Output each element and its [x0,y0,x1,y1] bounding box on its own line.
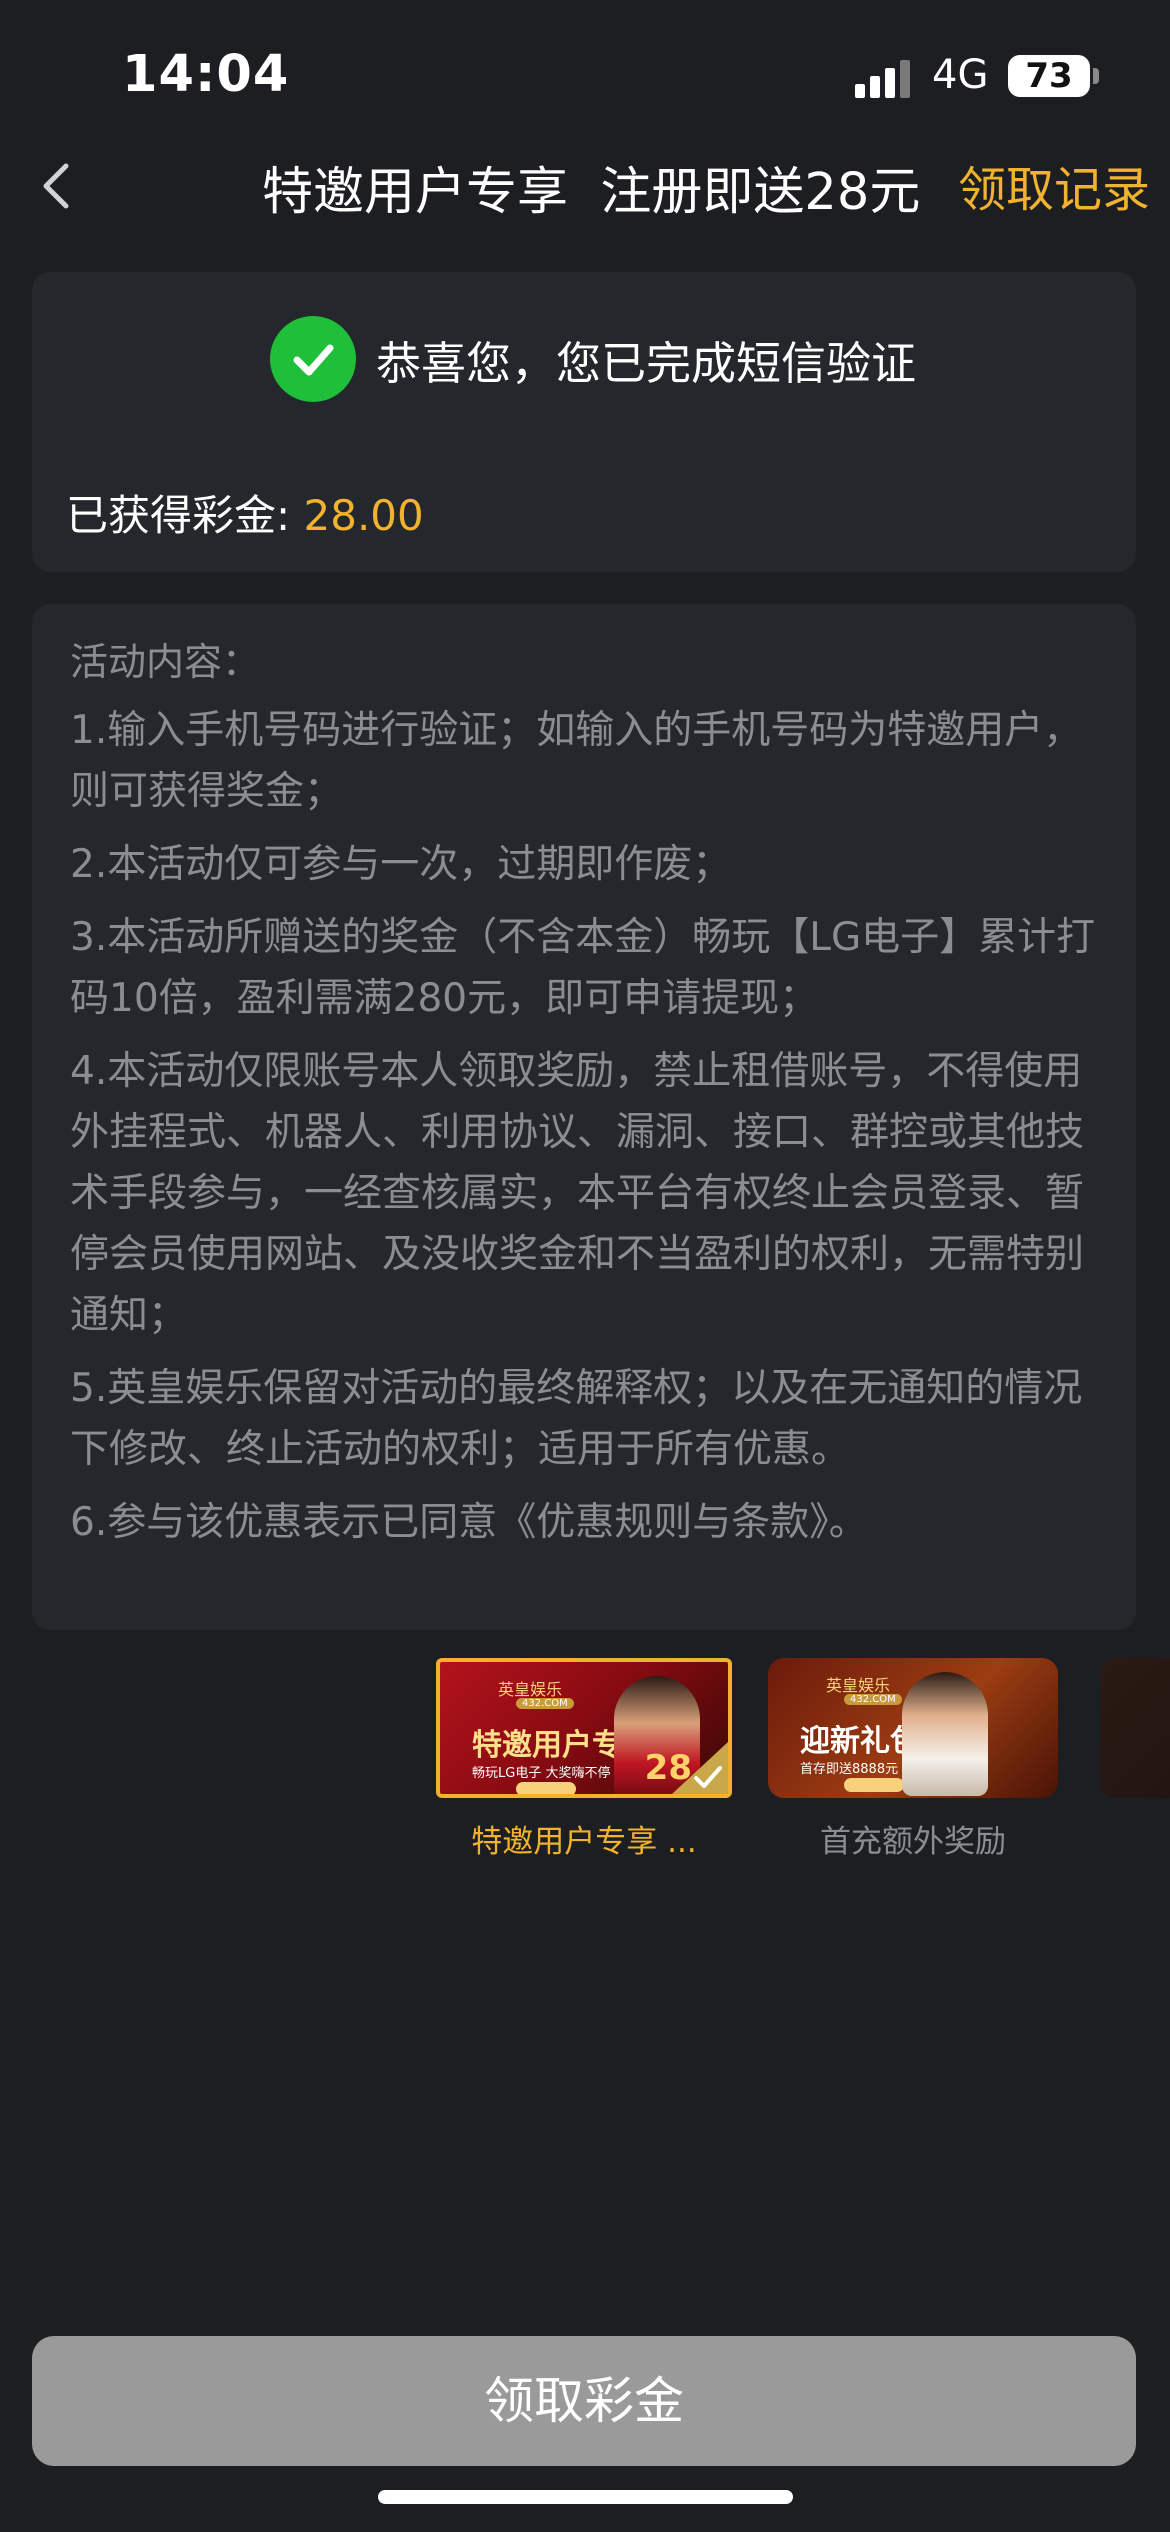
success-message: 恭喜您，您已完成短信验证 [376,336,917,390]
bonus-row: 已获得彩金: 28.00 [66,482,424,543]
verification-card: 恭喜您，您已完成短信验证 已获得彩金: 28.00 [32,272,1136,572]
rule-item: 1.输入手机号码进行验证；如输入的手机号码为特邀用户，则可获得奖金； [70,708,1083,814]
banner-button [844,1778,904,1792]
claim-bonus-button[interactable]: 领取彩金 [32,2336,1136,2466]
bonus-value: 28.00 [303,491,424,540]
rule-item: 3.本活动所赠送的奖金（不含本金）畅玩【LG电子】累计打码10倍，盈利需满280… [70,915,1096,1021]
promo-banner [1100,1658,1170,1798]
banner-site: 432.COM [844,1694,902,1705]
bonus-label: 已获得彩金: [66,491,304,540]
home-indicator [378,2490,793,2504]
page: 14:04 4G 73 特邀用户专享 注册即送28元 领取记录 恭喜您，您已完成… [0,0,1170,2532]
banner-brand: 英皇娱乐 [498,1680,563,1699]
promo-carousel[interactable]: 英皇娱乐 432.COM 特邀用户专享 畅玩LG电子 大奖嗨不停 28 特邀用户… [0,1658,1170,1868]
banner-subtitle: 畅玩LG电子 大奖嗨不停 [472,1766,611,1781]
back-icon[interactable] [28,150,88,220]
rule-item: 2.本活动仅可参与一次，过期即作废； [70,842,732,887]
check-circle-icon [270,316,356,402]
network-type: 4G [932,52,989,98]
promo-item-partial[interactable]: 二 [1100,1658,1170,1798]
promo-item-first-deposit[interactable]: 英皇娱乐 432.COM 迎新礼包一 首存即送8888元 首充额外奖励 [768,1658,1058,1860]
signal-icon [855,60,915,98]
status-time: 14:04 [122,45,290,104]
rule-item: 4.本活动仅限账号本人领取奖励，禁止租借账号，不得使用外挂程式、机器人、利用协议… [70,1049,1085,1338]
banner-brand: 英皇娱乐 [826,1676,891,1695]
banner-subtitle: 首存即送8888元 [800,1762,899,1777]
promo-label: 特邀用户专享 ... [471,1824,697,1860]
page-title: 特邀用户专享 注册即送28元 [262,163,921,222]
nav-bar: 特邀用户专享 注册即送28元 领取记录 [0,130,1170,240]
rule-item: 5.英皇娱乐保留对活动的最终解释权；以及在无通知的情况下修改、终止活动的权利；适… [70,1366,1083,1472]
promo-banner: 英皇娱乐 432.COM 迎新礼包一 首存即送8888元 [768,1658,1058,1798]
battery-cap [1093,68,1099,84]
status-bar: 14:04 4G 73 [0,0,1170,150]
check-corner-icon [672,1742,728,1794]
rules-title: 活动内容： [70,640,261,684]
promo-item-special-user[interactable]: 英皇娱乐 432.COM 特邀用户专享 畅玩LG电子 大奖嗨不停 28 特邀用户… [436,1658,732,1860]
banner-figure [902,1672,988,1796]
rules-card: 活动内容： 1.输入手机号码进行验证；如输入的手机号码为特邀用户，则可获得奖金；… [32,604,1136,1630]
promo-label: 首充额外奖励 [820,1824,1006,1860]
banner-site: 432.COM [516,1698,574,1709]
battery-icon: 73 [1008,55,1090,97]
rule-item: 6.参与该优惠表示已同意《优惠规则与条款》。 [70,1500,868,1545]
promo-banner: 英皇娱乐 432.COM 特邀用户专享 畅玩LG电子 大奖嗨不停 28 [436,1658,732,1798]
banner-button [516,1782,576,1794]
success-row: 恭喜您，您已完成短信验证 [270,316,916,402]
claim-history-link[interactable]: 领取记录 [958,150,1150,220]
